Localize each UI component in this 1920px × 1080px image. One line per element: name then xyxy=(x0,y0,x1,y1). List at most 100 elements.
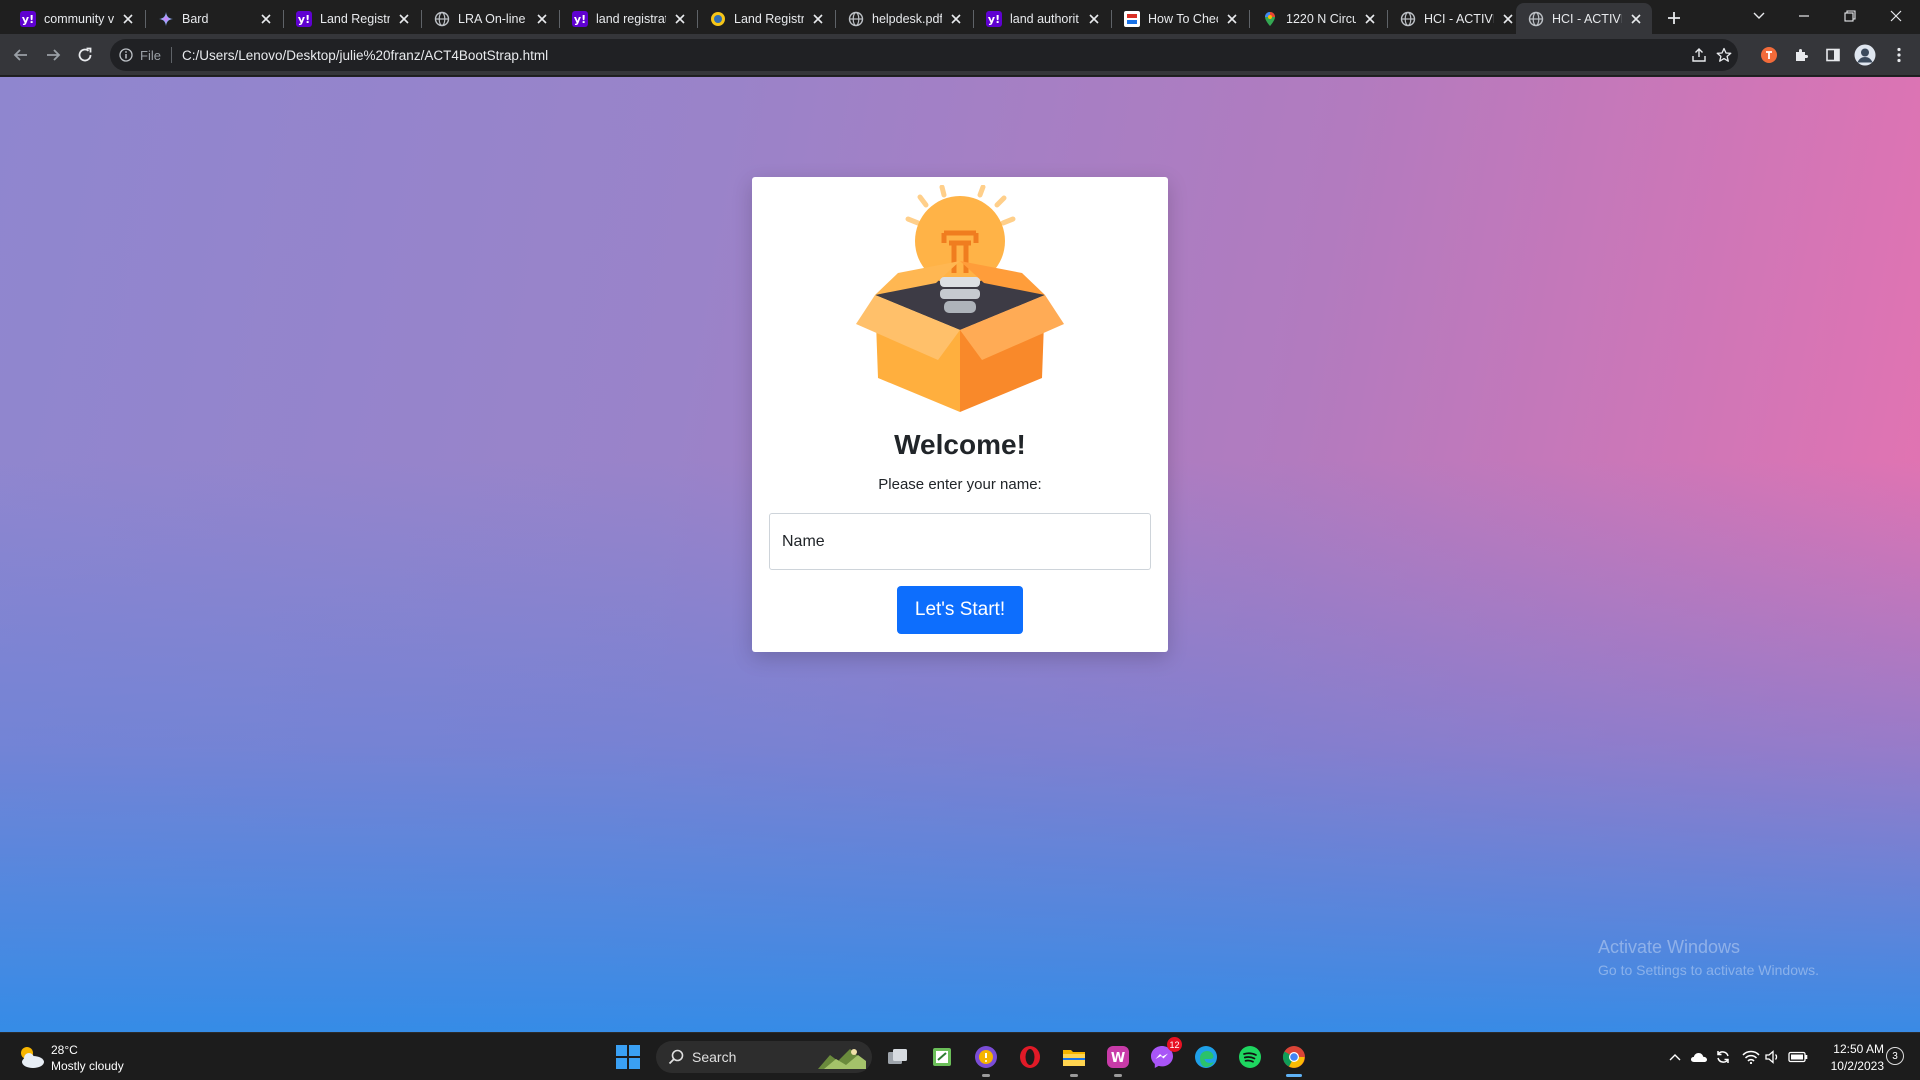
close-icon[interactable] xyxy=(1086,11,1102,27)
welcome-heading: Welcome! xyxy=(894,429,1026,460)
watermark-title: Activate Windows xyxy=(1598,937,1741,957)
running-indicator xyxy=(1070,1074,1078,1077)
minimize-button[interactable] xyxy=(1781,0,1827,32)
close-icon[interactable] xyxy=(1224,11,1240,27)
activate-windows-watermark: Activate Windows Go to Settings to activ… xyxy=(1598,937,1819,978)
taskbar-app-brave[interactable] xyxy=(970,1041,1002,1077)
wifi-icon[interactable] xyxy=(1741,1047,1761,1067)
tab-5[interactable]: Land Registr xyxy=(698,3,834,34)
taskbar-app-edge[interactable] xyxy=(1190,1041,1222,1073)
task-view-button[interactable] xyxy=(882,1041,914,1073)
scheme-label: File xyxy=(140,47,161,63)
url-text[interactable]: C:/Users/Lenovo/Desktop/julie%20franz/AC… xyxy=(182,48,548,63)
watermark-subtitle: Go to Settings to activate Windows. xyxy=(1598,962,1819,978)
battery-icon[interactable] xyxy=(1788,1047,1808,1067)
tab-title: land authorit xyxy=(1010,11,1079,26)
start-button[interactable] xyxy=(616,1045,640,1069)
yahoo-icon: y! xyxy=(572,10,588,27)
tab-title: Land Registr xyxy=(734,11,804,26)
volume-icon[interactable] xyxy=(1763,1047,1783,1067)
lets-start-button[interactable]: Let's Start! xyxy=(897,586,1023,634)
close-window-button[interactable] xyxy=(1873,0,1919,32)
close-icon[interactable] xyxy=(810,11,826,27)
taskbar-search[interactable]: Search xyxy=(656,1041,872,1073)
tab-search-button[interactable] xyxy=(1736,0,1782,32)
side-panel-icon[interactable] xyxy=(1821,43,1845,67)
weather-condition[interactable]: Mostly cloudy xyxy=(51,1059,124,1073)
name-input[interactable] xyxy=(769,513,1151,570)
taskbar-app-messenger[interactable]: 12 xyxy=(1146,1037,1182,1073)
tab-strip: y! community v Bard y! Land Registr LRA … xyxy=(0,0,1920,34)
svg-text:y!: y! xyxy=(22,13,34,26)
weather-temperature[interactable]: 28°C xyxy=(51,1043,78,1057)
tab-11-active[interactable]: HCI - ACTIVI xyxy=(1516,3,1652,34)
site-icon xyxy=(710,11,726,27)
sync-icon[interactable] xyxy=(1713,1047,1733,1067)
name-prompt: Please enter your name: xyxy=(878,476,1042,493)
tab-8[interactable]: How To Chec xyxy=(1112,3,1248,34)
arrow-left-icon xyxy=(13,49,27,61)
clock-date[interactable]: 10/2/2023 xyxy=(1822,1059,1884,1073)
chevron-down-icon xyxy=(1753,12,1765,19)
weather-cloud-sun-icon[interactable] xyxy=(16,1043,46,1071)
restore-button[interactable] xyxy=(1827,0,1873,32)
tab-4[interactable]: y! land registrat xyxy=(560,3,696,34)
profile-avatar[interactable] xyxy=(1853,43,1877,67)
clock-time[interactable]: 12:50 AM xyxy=(1822,1042,1884,1056)
chevron-up-icon xyxy=(1669,1054,1681,1061)
tab-6[interactable]: helpdesk.pdf xyxy=(836,3,972,34)
tab-3[interactable]: LRA On-line xyxy=(422,3,558,34)
spotify-icon xyxy=(1239,1046,1261,1068)
close-icon[interactable] xyxy=(1628,11,1644,27)
puzzle-icon[interactable] xyxy=(1789,43,1813,67)
taskbar-app-spotify[interactable] xyxy=(1234,1041,1266,1073)
yahoo-icon: y! xyxy=(986,10,1002,27)
reload-button[interactable] xyxy=(73,43,97,67)
running-indicator xyxy=(982,1074,990,1077)
share-icon[interactable] xyxy=(1690,46,1708,64)
close-icon[interactable] xyxy=(672,11,688,27)
tab-10[interactable]: HCI - ACTIVI xyxy=(1388,3,1524,34)
search-icon xyxy=(668,1049,684,1065)
menu-dots-icon[interactable] xyxy=(1887,43,1911,67)
notification-center-badge[interactable]: 3 xyxy=(1886,1047,1904,1065)
info-icon[interactable] xyxy=(118,47,134,63)
address-bar[interactable]: File C:/Users/Lenovo/Desktop/julie%20fra… xyxy=(110,39,1738,71)
back-button[interactable] xyxy=(9,43,33,67)
tab-title: helpdesk.pdf xyxy=(872,11,942,26)
close-icon[interactable] xyxy=(948,11,964,27)
new-tab-button[interactable] xyxy=(1662,6,1686,30)
tab-9[interactable]: 1220 N Circu xyxy=(1250,3,1386,34)
forward-button[interactable] xyxy=(41,43,65,67)
close-icon[interactable] xyxy=(1362,11,1378,27)
globe-icon xyxy=(434,11,450,27)
taskbar-app-opera[interactable] xyxy=(1014,1041,1046,1073)
tab-1[interactable]: Bard xyxy=(146,3,282,34)
tab-2[interactable]: y! Land Registr xyxy=(284,3,420,34)
tab-title: LRA On-line xyxy=(458,11,526,26)
search-label: Search xyxy=(692,1049,737,1065)
onedrive-icon[interactable] xyxy=(1689,1047,1709,1067)
close-icon[interactable] xyxy=(534,11,550,27)
tab-0[interactable]: y! community v xyxy=(8,3,144,34)
close-icon[interactable] xyxy=(396,11,412,27)
taskbar-app-file-explorer[interactable] xyxy=(1058,1041,1090,1077)
tab-7[interactable]: y! land authorit xyxy=(974,3,1110,34)
taskbar-app-chrome[interactable] xyxy=(1278,1041,1310,1077)
taskbar-app-wps[interactable]: W xyxy=(1102,1041,1134,1077)
tab-title: land registrat xyxy=(596,11,666,26)
show-hidden-icons-button[interactable] xyxy=(1665,1047,1685,1067)
tab-title: Land Registr xyxy=(320,11,390,26)
extension-icon[interactable] xyxy=(1757,43,1781,67)
tab-title: community v xyxy=(44,11,114,26)
windows-logo-pane xyxy=(616,1058,627,1069)
close-icon[interactable] xyxy=(120,11,136,27)
bookmark-star-icon[interactable] xyxy=(1715,46,1733,64)
close-icon[interactable] xyxy=(258,11,274,27)
windows-taskbar: 28°C Mostly cloudy Search W 12 12:50 AM … xyxy=(0,1032,1920,1080)
welcome-card: Welcome! Please enter your name: Let's S… xyxy=(752,177,1168,652)
bard-icon xyxy=(158,11,174,27)
restore-icon xyxy=(1844,10,1856,22)
taskbar-app-notepad[interactable] xyxy=(926,1041,958,1073)
close-icon[interactable] xyxy=(1500,11,1516,27)
